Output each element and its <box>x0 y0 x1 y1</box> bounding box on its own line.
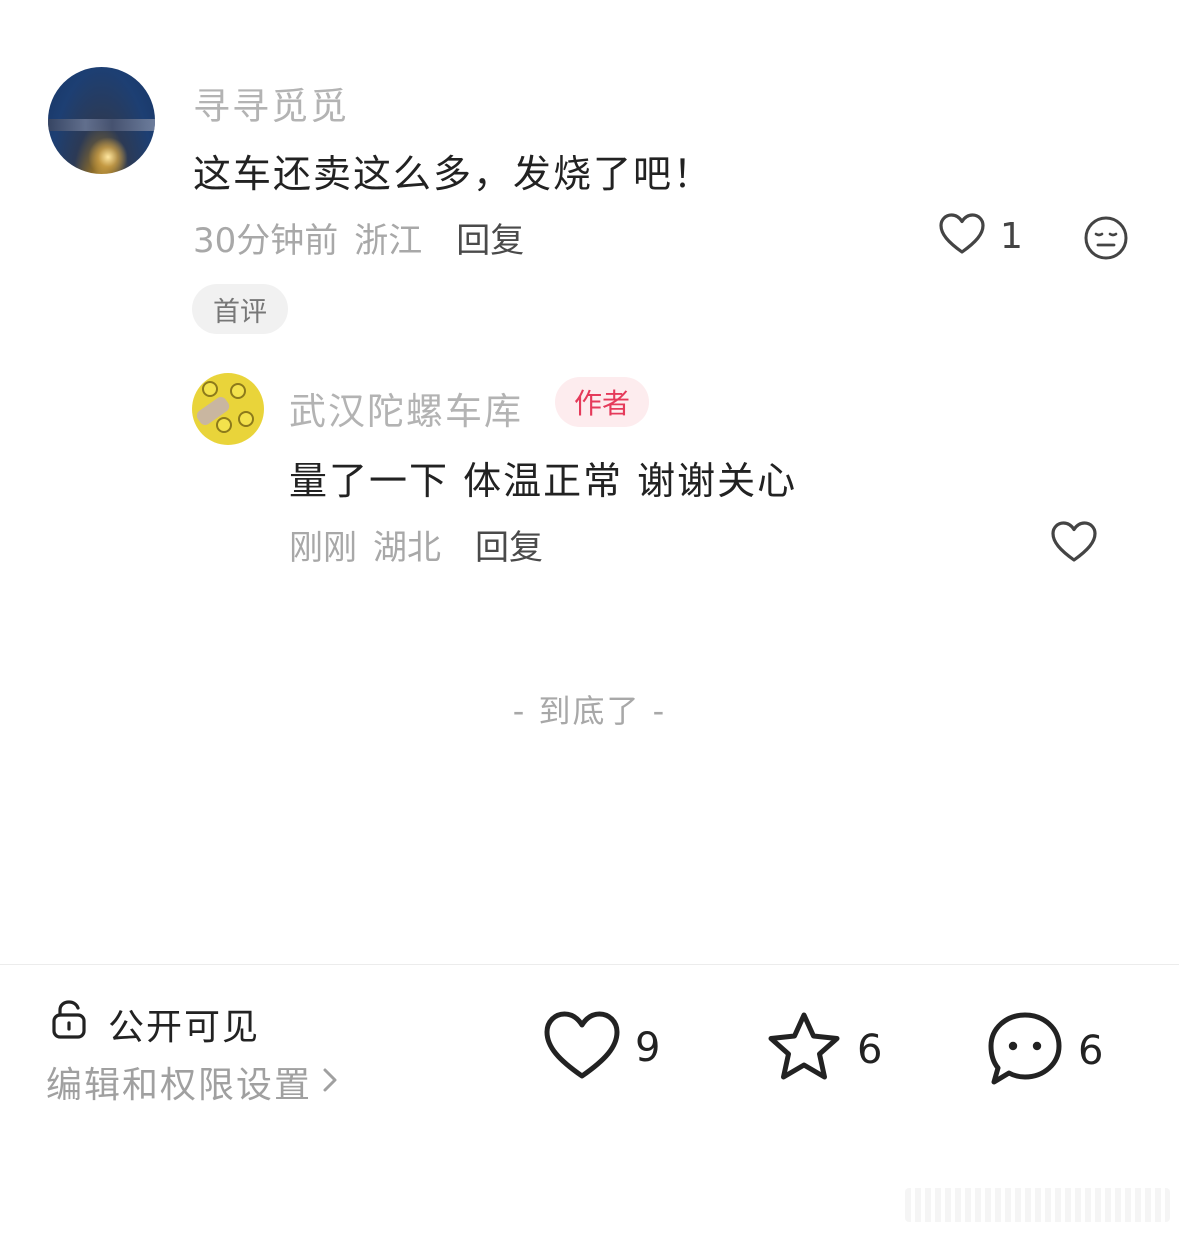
permission-settings-label: 编辑和权限设置 <box>46 1065 313 1106</box>
star-outline-icon <box>765 1010 843 1090</box>
unlock-icon[interactable] <box>50 999 88 1045</box>
post-comment-button[interactable]: 6 <box>986 1010 1103 1092</box>
avatar-smiley <box>230 383 246 399</box>
author-badge: 作者 <box>555 377 649 427</box>
post-favorite-count: 6 <box>857 1027 883 1073</box>
neutral-face-icon <box>1083 216 1129 265</box>
comment-like-button[interactable]: 1 <box>938 212 1023 260</box>
comment-location: 浙江 <box>354 221 423 261</box>
heart-outline-icon <box>543 1010 621 1086</box>
avatar-smiley <box>202 381 218 397</box>
avatar[interactable] <box>48 67 155 174</box>
avatar-light-glow <box>88 137 128 174</box>
emoji-reaction-button[interactable] <box>1083 215 1129 265</box>
post-comment-count: 6 <box>1078 1028 1104 1074</box>
comment-meta: 30分钟前 浙江 回复 <box>193 213 524 262</box>
watermark <box>905 1188 1170 1222</box>
reply-avatar[interactable] <box>192 373 264 445</box>
comment-like-count: 1 <box>1000 215 1023 257</box>
comment-time: 30分钟前 <box>193 221 339 261</box>
reply-button[interactable]: 回复 <box>456 213 524 262</box>
reply-like-button[interactable] <box>1050 520 1098 568</box>
comments-page: 寻寻觅觅 这车还卖这么多，发烧了吧！ 30分钟前 浙江 回复 1 首评 武汉陀螺… <box>0 0 1179 1235</box>
comment-username[interactable]: 寻寻觅觅 <box>193 76 349 130</box>
chevron-right-icon <box>322 1062 338 1103</box>
visibility-status[interactable]: 公开可见 <box>108 998 260 1050</box>
reply-location: 湖北 <box>373 528 441 568</box>
chat-bubble-icon <box>986 1010 1064 1092</box>
avatar-city-skyline <box>48 119 155 131</box>
reply-text: 量了一下 体温正常 谢谢关心 <box>289 459 798 503</box>
avatar-smiley <box>238 411 254 427</box>
post-like-button[interactable]: 9 <box>543 1010 660 1086</box>
avatar-smiley <box>216 417 232 433</box>
reply-time: 刚刚 <box>289 528 357 568</box>
heart-outline-icon <box>938 212 986 260</box>
reply-meta: 刚刚 湖北 回复 <box>289 520 543 569</box>
reply-username[interactable]: 武汉陀螺车库 <box>289 381 523 435</box>
first-comment-badge: 首评 <box>192 284 288 334</box>
reply-button[interactable]: 回复 <box>475 520 543 569</box>
heart-outline-icon <box>1050 521 1098 568</box>
permission-settings-link[interactable]: 编辑和权限设置 <box>46 1056 338 1108</box>
end-of-list-marker: - 到底了 - <box>512 692 667 730</box>
bottom-bar-divider <box>0 964 1179 965</box>
comment-text: 这车还卖这么多，发烧了吧！ <box>193 152 714 196</box>
post-favorite-button[interactable]: 6 <box>765 1010 882 1090</box>
post-like-count: 9 <box>635 1025 661 1071</box>
